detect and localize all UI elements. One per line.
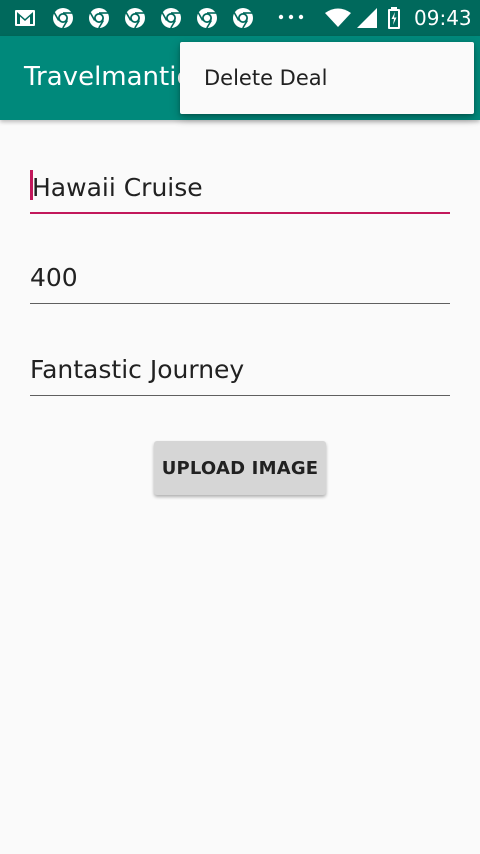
chrome-icon xyxy=(233,8,253,29)
gmail-icon xyxy=(15,10,35,26)
chrome-icon xyxy=(53,8,73,29)
chrome-icon xyxy=(161,8,181,29)
description-field-underline xyxy=(30,395,450,396)
description-input[interactable] xyxy=(30,344,450,394)
title-field xyxy=(30,162,452,214)
status-time: 09:43 xyxy=(414,6,472,30)
signal-icon xyxy=(357,8,377,28)
overflow-menu: Delete Deal xyxy=(180,42,474,114)
chrome-icon xyxy=(197,8,217,29)
description-field xyxy=(30,344,450,396)
text-cursor xyxy=(30,170,33,200)
price-field xyxy=(30,252,450,304)
chrome-icon xyxy=(125,8,145,29)
app-title: Travelmantics xyxy=(24,62,205,92)
title-field-underline xyxy=(30,212,450,214)
wifi-icon xyxy=(325,8,351,27)
menu-item-delete-deal[interactable]: Delete Deal xyxy=(180,42,474,114)
title-input[interactable] xyxy=(30,162,452,212)
upload-image-button[interactable]: UPLOAD IMAGE xyxy=(154,441,326,495)
more-notifications-icon xyxy=(278,14,304,20)
status-bar: 09:43 xyxy=(0,0,480,36)
price-field-underline xyxy=(30,303,450,304)
menu-item-label: Delete Deal xyxy=(204,66,328,90)
chrome-icon xyxy=(89,8,109,29)
battery-charging-icon xyxy=(388,7,400,29)
deal-editor-screen: 09:43 Travelmantics Delete Deal UPLOAD I… xyxy=(0,0,480,854)
price-input[interactable] xyxy=(30,252,450,302)
